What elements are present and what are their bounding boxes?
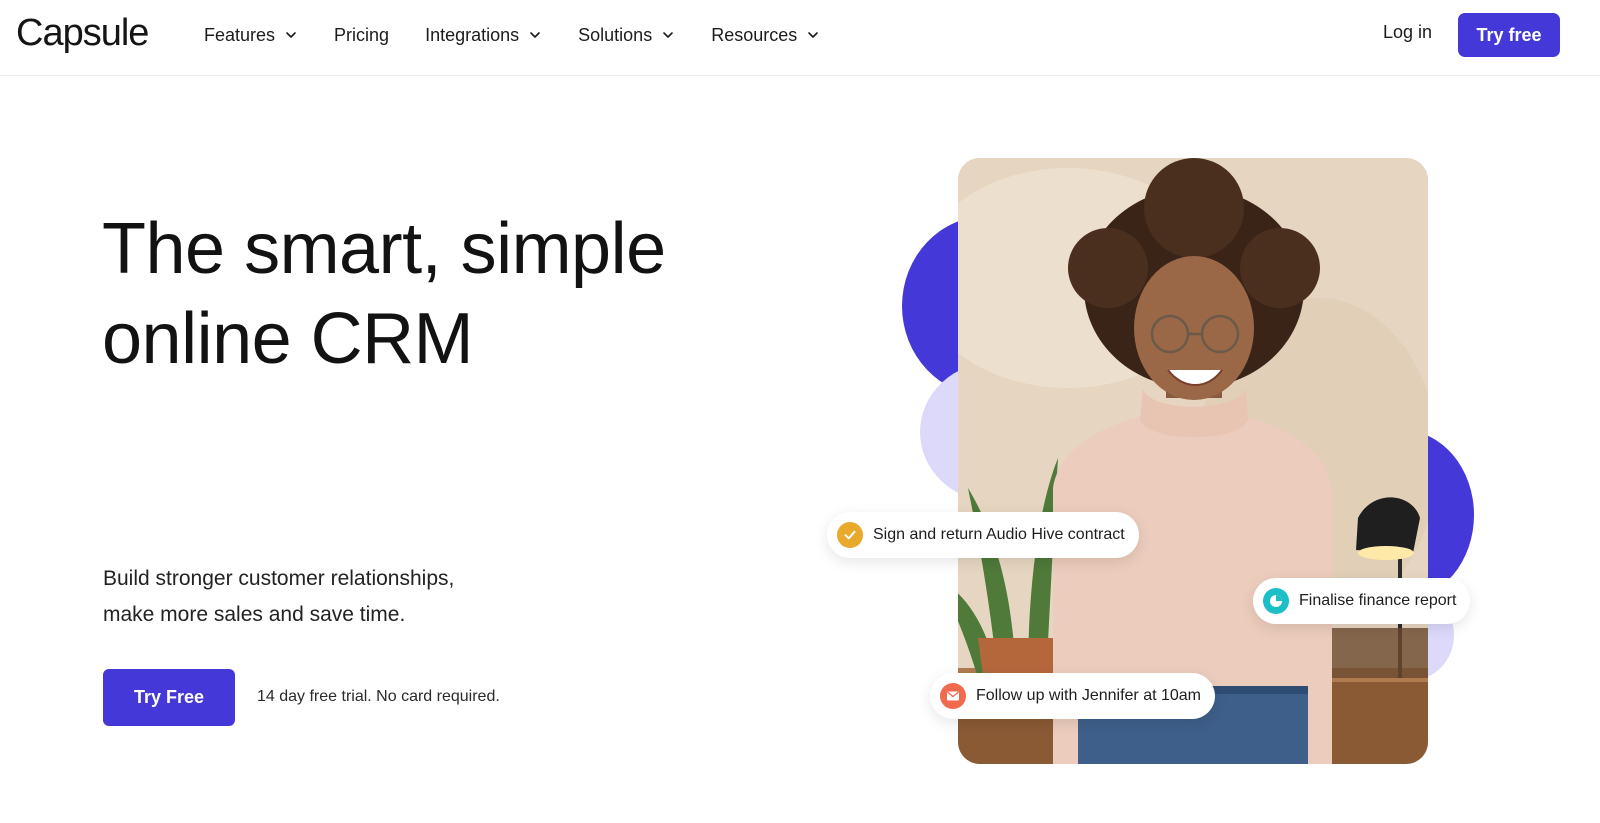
hero-title: The smart, simple online CRM: [102, 204, 802, 384]
try-free-hero-button[interactable]: Try Free: [103, 669, 235, 726]
capsule-logo[interactable]: Capsule: [16, 12, 149, 55]
chevron-down-icon: [663, 32, 674, 38]
task-card: Finalise finance report: [1253, 578, 1471, 624]
pie-chart-icon: [1263, 588, 1289, 614]
chevron-down-icon: [808, 32, 819, 38]
task-card: Sign and return Audio Hive contract: [827, 512, 1139, 558]
hero-subtitle: Build stronger customer relationships, m…: [103, 561, 563, 633]
chevron-down-icon: [530, 32, 540, 38]
nav-solutions-label: Solutions: [578, 24, 653, 45]
site-header: Capsule Features Pricing Integrations So…: [0, 0, 1600, 76]
hero-subtitle-line-2: make more sales and save time.: [103, 603, 406, 626]
nav-pricing[interactable]: Pricing: [334, 25, 389, 46]
hero-subtitle-line-1: Build stronger customer relationships,: [103, 567, 455, 590]
check-icon: [837, 522, 863, 548]
chevron-down-icon: [286, 32, 296, 38]
task-text: Sign and return Audio Hive contract: [873, 526, 1125, 543]
nav-resources[interactable]: Resources: [711, 25, 820, 46]
trial-note: 14 day free trial. No card required.: [257, 688, 500, 705]
task-text: Follow up with Jennifer at 10am: [976, 687, 1201, 704]
task-text: Finalise finance report: [1299, 592, 1457, 609]
nav-pricing-label: Pricing: [334, 24, 390, 45]
mail-icon: [940, 683, 966, 709]
hero-title-line-1: The smart, simple: [102, 209, 666, 289]
nav-solutions[interactable]: Solutions: [578, 25, 675, 46]
try-free-header-button[interactable]: Try free: [1458, 13, 1560, 57]
nav-features-label: Features: [204, 24, 276, 45]
nav-integrations-label: Integrations: [425, 24, 520, 45]
login-link[interactable]: Log in: [1383, 22, 1432, 43]
task-card: Follow up with Jennifer at 10am: [930, 673, 1215, 719]
nav-resources-label: Resources: [711, 24, 798, 45]
nav-features[interactable]: Features: [204, 25, 298, 46]
hero-title-line-2: online CRM: [102, 299, 474, 379]
nav-integrations[interactable]: Integrations: [425, 25, 542, 46]
main-nav: Features Pricing Integrations Solutions …: [204, 0, 856, 70]
